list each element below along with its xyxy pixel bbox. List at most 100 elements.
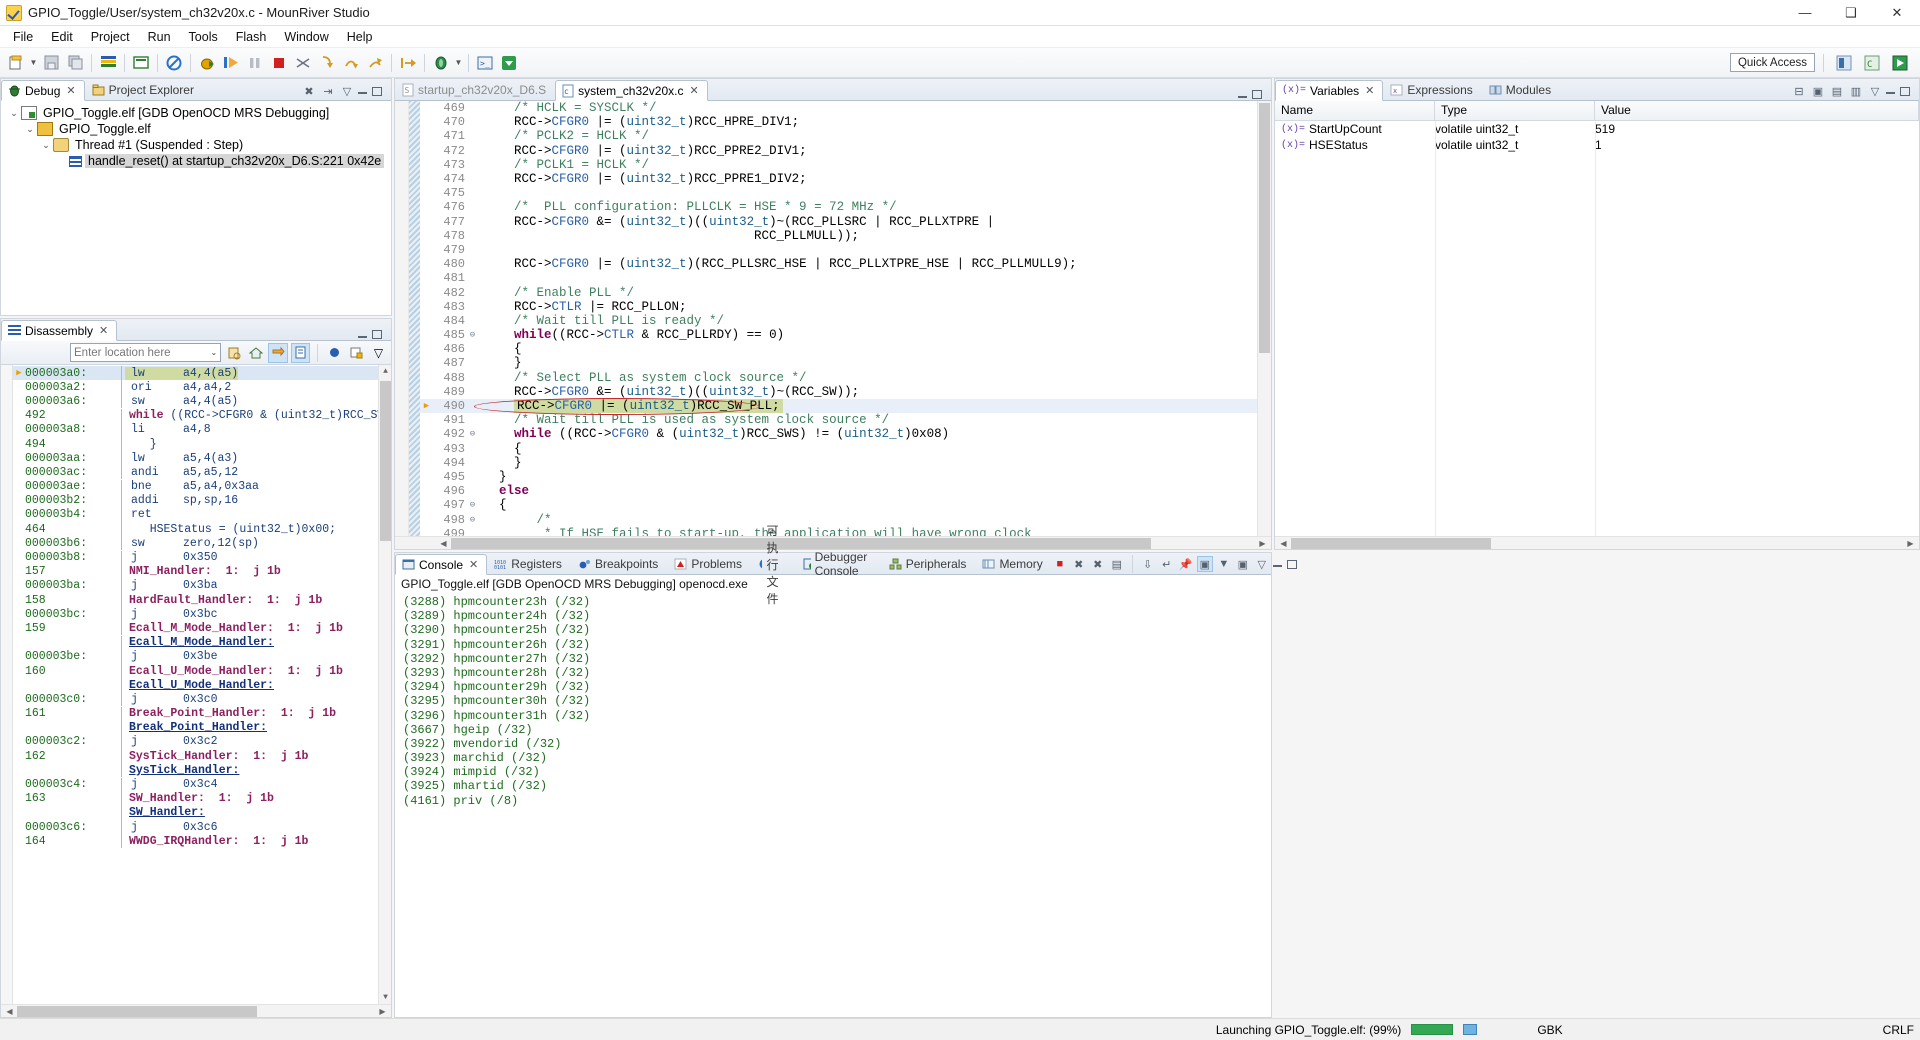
show-symbols-icon[interactable]: [290, 342, 310, 363]
disassembly-gutter[interactable]: [1, 365, 13, 1004]
new-dropdown-caret[interactable]: ▼: [28, 52, 39, 74]
scroll-lock-icon[interactable]: ⇩: [1140, 556, 1156, 572]
editor-line[interactable]: 489 RCC->CFGR0 &= (uint32_t)((uint32_t)~…: [420, 385, 1257, 399]
maximize-icon[interactable]: [1900, 86, 1910, 96]
menu-file[interactable]: File: [4, 28, 42, 46]
console-output[interactable]: (3288) hpmcounter23h (/32) (3289) hpmcoun…: [395, 593, 1271, 1017]
twisty-icon[interactable]: ⌄: [39, 140, 53, 151]
editor-line[interactable]: 470 RCC->CFGR0 |= (uint32_t)RCC_HPRE_DIV…: [420, 115, 1257, 129]
editor-lines[interactable]: 469 /* HCLK = SYSCLK */470 RCC->CFGR0 |=…: [420, 101, 1257, 536]
disassembly-line[interactable]: 492 while ((RCC->CFGR0 & (uint32_t)RCC_SW…: [13, 408, 391, 423]
minimize-icon[interactable]: [1272, 561, 1282, 567]
fold-toggle-icon[interactable]: ⊖: [467, 500, 478, 510]
debug-tree-node-selected[interactable]: handle_reset() at startup_ch32v20x_D6.S:…: [5, 153, 391, 169]
editor-line[interactable]: 493 {: [420, 442, 1257, 456]
table-row[interactable]: (x)= HSEStatus volatile uint32_t 1: [1275, 137, 1919, 153]
download-icon[interactable]: [498, 52, 520, 74]
twisty-icon[interactable]: ⌄: [7, 108, 21, 119]
editor-line[interactable]: 497 ⊖ {: [420, 498, 1257, 512]
tab-debug[interactable]: Debug ✕: [1, 80, 85, 101]
show-type-names-icon[interactable]: ▣: [1810, 83, 1826, 99]
minimize-icon[interactable]: [358, 88, 367, 94]
close-icon[interactable]: ✕: [689, 84, 698, 97]
debug-icon[interactable]: [196, 52, 218, 74]
editor-overview-ruler[interactable]: [1257, 101, 1271, 536]
disassembly-line[interactable]: 157 NMI_Handler: 1: j 1b: [13, 564, 391, 579]
editor-line[interactable]: 477 RCC->CFGR0 &= (uint32_t)((uint32_t)~…: [420, 215, 1257, 229]
tab-startup-asm[interactable]: S startup_ch32v20x_D6.S: [395, 79, 555, 100]
editor-line[interactable]: 476 /* PLL configuration: PLLCLK = HSE *…: [420, 200, 1257, 214]
close-icon[interactable]: ✕: [469, 558, 478, 571]
pin-icon[interactable]: 📌: [1178, 556, 1194, 572]
editor-line[interactable]: 474 RCC->CFGR0 |= (uint32_t)RCC_PPRE1_DI…: [420, 172, 1257, 186]
disassembly-line[interactable]: Break_Point_Handler:: [13, 720, 391, 735]
column-value[interactable]: Value: [1595, 101, 1919, 120]
editor-line[interactable]: 484 /* Wait till PLL is ready */: [420, 314, 1257, 328]
perspective-open-icon[interactable]: [1889, 52, 1911, 74]
menu-run[interactable]: Run: [139, 28, 180, 46]
remove-icon[interactable]: ✖: [1071, 556, 1087, 572]
disassembly-hscrollbar[interactable]: ◀ ▶: [1, 1004, 391, 1017]
variables-hscrollbar[interactable]: ◀ ▶: [1275, 536, 1919, 549]
location-input[interactable]: Enter location here ⌄: [70, 343, 222, 362]
menu-project[interactable]: Project: [82, 28, 139, 46]
minimize-icon[interactable]: [1238, 92, 1247, 98]
disassembly-line[interactable]: Ecall_U_Mode_Handler:: [13, 678, 391, 693]
step-into-icon[interactable]: [316, 52, 338, 74]
no-entry-icon[interactable]: [163, 52, 185, 74]
remove-all-icon[interactable]: ✖: [1090, 556, 1106, 572]
fold-toggle-icon[interactable]: ⊖: [467, 330, 478, 340]
editor-line[interactable]: ▶ 490 RCC->CFGR0 |= (uint32_t)RCC_SW_PLL;: [420, 398, 1257, 414]
save-icon[interactable]: [40, 52, 62, 74]
disassembly-line[interactable]: 000003a6: sw a4,4(a5): [13, 394, 391, 409]
suspend-icon[interactable]: [244, 52, 266, 74]
tab-breakpoints[interactable]: Breakpoints: [571, 553, 667, 574]
editor-line[interactable]: 475: [420, 186, 1257, 200]
maximize-icon[interactable]: [1252, 90, 1262, 99]
perspective-debug-icon[interactable]: [1833, 52, 1855, 74]
editor-line[interactable]: 492 ⊖ while ((RCC->CFGR0 & (uint32_t)RCC_…: [420, 427, 1257, 441]
display-selected-console-icon[interactable]: ▣: [1196, 556, 1213, 572]
editor-line[interactable]: 471 /* PCLK2 = HCLK */: [420, 129, 1257, 143]
link-to-editor-icon[interactable]: [224, 343, 243, 363]
books-icon[interactable]: [97, 52, 119, 74]
terminate-icon[interactable]: [268, 52, 290, 74]
open-console-caret[interactable]: ▼: [1216, 556, 1232, 572]
disassembly-line[interactable]: Ecall_M_Mode_Handler:: [13, 635, 391, 650]
disassembly-line[interactable]: 000003bc: j 0x3bc: [13, 607, 391, 622]
view-menu-caret[interactable]: ▽: [339, 83, 355, 99]
menu-window[interactable]: Window: [275, 28, 337, 46]
disassembly-line[interactable]: 158 HardFault_Handler: 1: j 1b: [13, 593, 391, 608]
view-menu-caret[interactable]: ▽: [1254, 556, 1270, 572]
editor-line[interactable]: 491 /* Wait till PLL is used as system c…: [420, 413, 1257, 427]
tab-debugger-console[interactable]: Debugger Console: [796, 550, 882, 578]
disassembly-line[interactable]: 163 SW_Handler: 1: j 1b: [13, 791, 391, 806]
disassembly-lines[interactable]: ▶ 000003a0: lw a4,4(a5) 000003a2: ori a4,a4,2 0…: [13, 365, 391, 1004]
close-icon[interactable]: ✕: [66, 84, 75, 97]
disassembly-line[interactable]: 494 }: [13, 437, 391, 452]
editor-line[interactable]: 469 /* HCLK = SYSCLK */: [420, 101, 1257, 115]
console-toggle-icon[interactable]: [130, 52, 152, 74]
new-view-icon[interactable]: [347, 343, 366, 363]
menu-edit[interactable]: Edit: [42, 28, 82, 46]
chevron-down-icon[interactable]: ⌄: [211, 348, 218, 357]
debug-tree-node[interactable]: ⌄ GPIO_Toggle.elf: [5, 121, 391, 137]
editor-breakpoint-ruler[interactable]: [395, 101, 409, 536]
disassembly-line[interactable]: 000003ae: bne a5,a4,0x3aa: [13, 479, 391, 494]
editor-line[interactable]: 482 /* Enable PLL */: [420, 285, 1257, 300]
disassembly-line[interactable]: 000003ac: andi a5,a5,12: [13, 465, 391, 480]
editor-line[interactable]: 485 ⊖ while((RCC->CTLR & RCC_PLLRDY) == 0…: [420, 328, 1257, 342]
disassembly-line[interactable]: 000003b8: j 0x350: [13, 550, 391, 565]
disassembly-line[interactable]: 000003be: j 0x3be: [13, 649, 391, 664]
editor-line[interactable]: 479: [420, 243, 1257, 257]
disassembly-line[interactable]: SW_Handler:: [13, 805, 391, 820]
show-logical-structure-icon[interactable]: ▤: [1829, 83, 1845, 99]
quick-access-box[interactable]: Quick Access: [1729, 53, 1815, 72]
menu-tools[interactable]: Tools: [180, 28, 227, 46]
remove-all-terminated-icon[interactable]: ✖: [301, 83, 317, 99]
disassembly-line[interactable]: ▶ 000003a0: lw a4,4(a5): [13, 366, 391, 381]
run-dropdown-caret[interactable]: ▼: [453, 52, 464, 74]
editor-line[interactable]: 481: [420, 271, 1257, 285]
menu-help[interactable]: Help: [338, 28, 382, 46]
disassembly-line[interactable]: 000003a2: ori a4,a4,2: [13, 380, 391, 395]
